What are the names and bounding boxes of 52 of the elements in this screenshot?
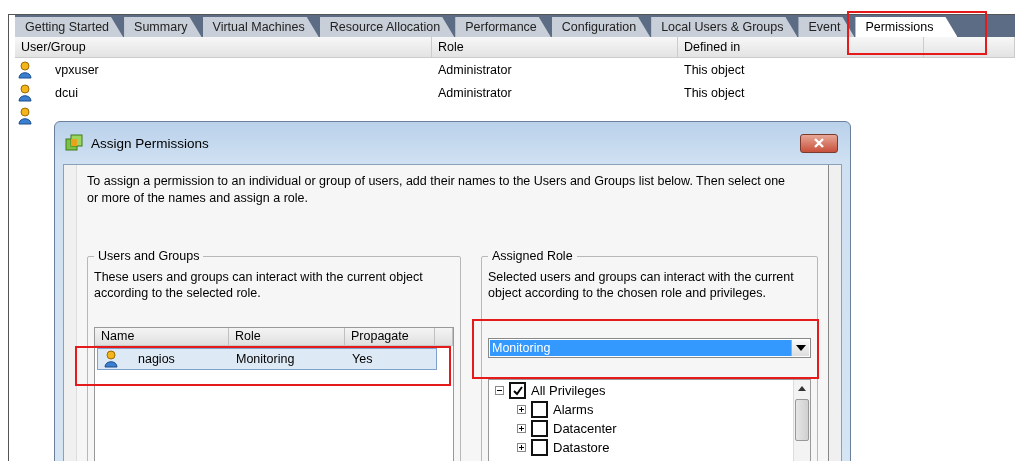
- column-header[interactable]: Propagate: [345, 328, 435, 345]
- close-icon: [813, 138, 825, 148]
- expander-icon[interactable]: [517, 424, 526, 433]
- app-icon: [65, 134, 83, 152]
- table-cell: Administrator: [438, 62, 512, 77]
- tab[interactable]: Summary: [124, 17, 202, 37]
- column-header[interactable]: Name: [95, 328, 229, 345]
- user-icon: [18, 106, 32, 125]
- table-cell: vpxuser: [55, 62, 99, 77]
- description-text: These users and groups can interact with the current object according to the selected role.: [94, 269, 424, 302]
- group-title: Assigned Role: [491, 249, 574, 263]
- checkbox[interactable]: [531, 439, 548, 456]
- tab[interactable]: Getting Started: [15, 17, 124, 37]
- group-title: Users and Groups: [97, 249, 201, 263]
- table-cell: dcui: [55, 85, 78, 100]
- table-cell: Yes: [352, 352, 373, 366]
- description-text: Selected users and groups can interact with the current object according to the chosen role and privileges.: [488, 269, 795, 302]
- tree-item[interactable]: All Privileges: [531, 383, 606, 398]
- column-header[interactable]: Defined in: [678, 37, 924, 57]
- tab[interactable]: Performance: [455, 17, 551, 37]
- tab[interactable]: Permissions: [855, 17, 958, 37]
- user-icon: [18, 83, 32, 102]
- instruction-text: To assign a permission to an individual or group of users, add their names to the Users and Groups list below. Then select one or more of the names and assign a role.: [87, 173, 787, 207]
- column-header[interactable]: Role: [229, 328, 345, 345]
- table-cell: nagios: [138, 352, 175, 366]
- checkbox[interactable]: [531, 401, 548, 418]
- checkbox[interactable]: [531, 420, 548, 437]
- table-cell: Monitoring: [236, 352, 295, 366]
- tab[interactable]: Resource Allocation: [319, 17, 455, 37]
- close-button[interactable]: [800, 133, 838, 153]
- tab[interactable]: Virtual Machines: [202, 17, 319, 37]
- table-cell: This object: [684, 62, 745, 77]
- tab[interactable]: Event: [798, 17, 855, 37]
- expander-icon[interactable]: [495, 386, 504, 395]
- expander-icon[interactable]: [517, 443, 526, 452]
- column-header[interactable]: User/Group: [15, 37, 432, 57]
- table-cell: Administrator: [438, 85, 512, 100]
- dialog-title: Assign Permissions: [91, 135, 209, 151]
- user-icon: [104, 350, 118, 368]
- tree-item[interactable]: Datacenter: [553, 421, 617, 436]
- scroll-up-icon[interactable]: [798, 386, 806, 391]
- column-header[interactable]: Role: [432, 37, 678, 57]
- checkbox[interactable]: [509, 382, 526, 399]
- expander-icon[interactable]: [517, 405, 526, 414]
- user-row[interactable]: nagios Monitoring Yes: [97, 348, 437, 370]
- caret-icon: [795, 345, 806, 351]
- tab[interactable]: Configuration: [551, 17, 651, 37]
- table-cell: This object: [684, 85, 745, 100]
- tree-item[interactable]: Datastore: [553, 440, 610, 455]
- user-icon: [18, 60, 32, 79]
- tree-item[interactable]: Alarms: [553, 402, 594, 417]
- tab[interactable]: Local Users & Groups: [651, 17, 798, 37]
